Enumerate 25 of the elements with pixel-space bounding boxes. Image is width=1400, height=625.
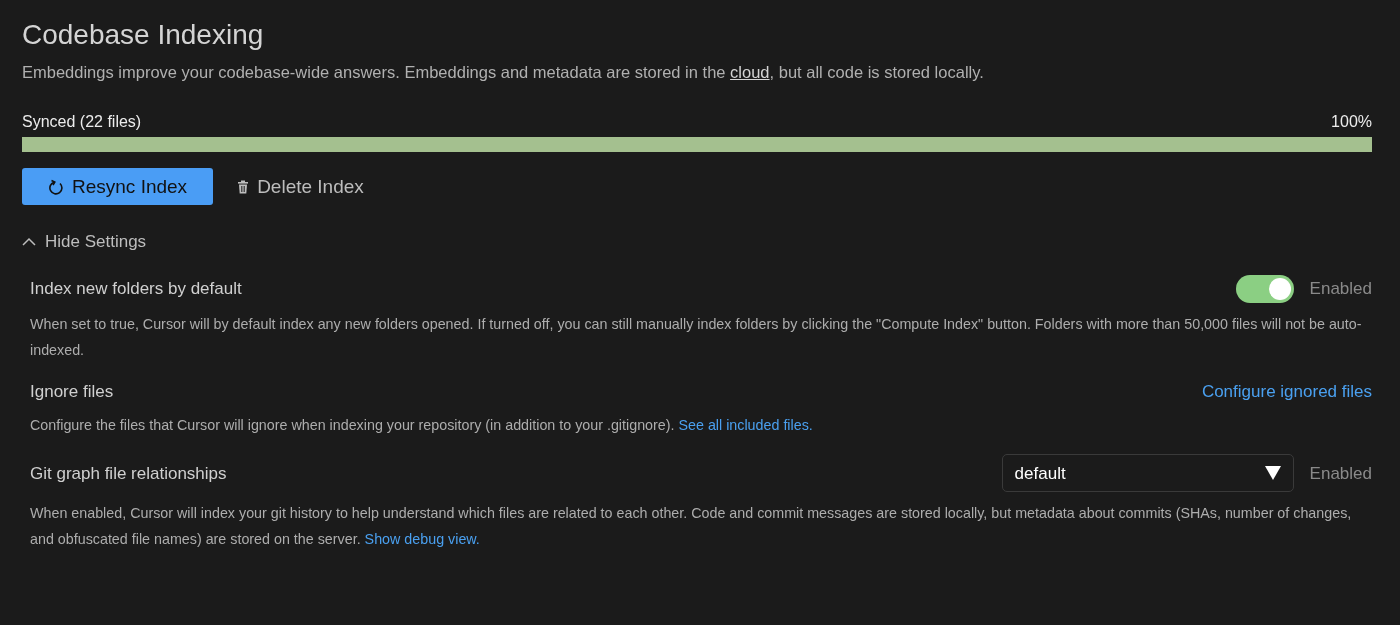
refresh-icon [48, 178, 64, 195]
description-link[interactable]: See all included files. [678, 417, 813, 434]
setting-label: Git graph file relationships [30, 462, 227, 485]
dropdown-triangle-icon [1264, 466, 1281, 481]
delete-button[interactable]: Delete Index [237, 172, 364, 202]
progress-percent: 100% [1331, 112, 1372, 133]
setting-label: Index new folders by default [30, 278, 242, 301]
resync-button[interactable]: Resync Index [22, 168, 214, 206]
description-link[interactable]: Show debug view. [364, 531, 480, 548]
trash-icon [237, 179, 250, 194]
chevron-up-icon [22, 237, 36, 248]
configure-link[interactable]: Configure ignored files [1201, 378, 1372, 405]
page-title: Codebase Indexing [22, 18, 265, 52]
setting-description: When set to true, Cursor will by default index any new folders opened. If turned off, you can still manually index folders by clicking the "Compute Index" button. Folders with more than 50,000 files will not be auto-indexed. [30, 314, 1363, 360]
intro-text: Embeddings improve your codebase-wide answers. Embeddings and metadata are stored in the cloud, but all code is stored locally. [22, 61, 985, 83]
progress-label: Synced (22 files) [22, 112, 142, 133]
toggle-switch[interactable] [1235, 274, 1294, 303]
setting-label: Ignore files [30, 380, 114, 403]
status-text: Enabled [1309, 462, 1372, 485]
select-dropdown[interactable]: default [1001, 454, 1294, 493]
setting-description: Configure the files that Cursor will ignore when indexing your repository (in addition to your .gitignore). See all included files. [30, 416, 814, 436]
cloud-link[interactable]: cloud [730, 62, 770, 81]
setting-description: When enabled, Cursor will index your git history to help understand which files are related to each other. Code and commit messages are stored locally, but metadata about commits (SHAs, number of changes, and obfuscated file names) are stored on the server. Show debug view. [30, 504, 1353, 550]
status-text: Enabled [1309, 278, 1372, 301]
settings-toggle[interactable]: Hide Settings [22, 229, 147, 255]
